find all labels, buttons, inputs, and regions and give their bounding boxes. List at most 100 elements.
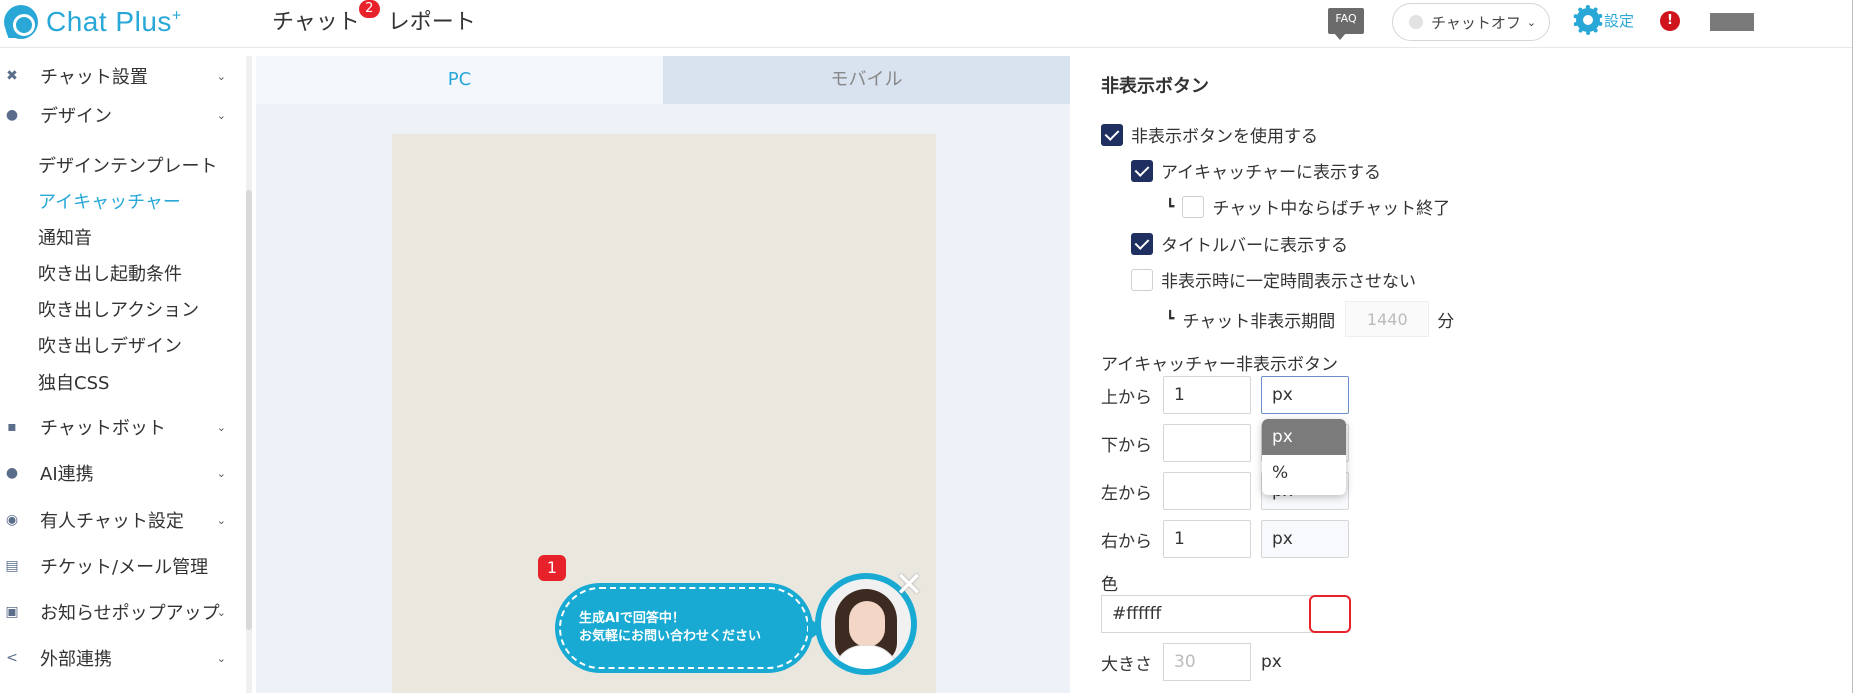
show-on-eyecatcher-row[interactable]: アイキャッチャーに表示する [1131, 158, 1381, 183]
show-on-eyecatcher-label: アイキャッチャーに表示する [1161, 163, 1381, 183]
sidebar-scrollbar-thumb[interactable] [246, 190, 252, 630]
settings-link[interactable]: 設定 [1573, 5, 1634, 35]
alert-icon[interactable]: ! [1660, 11, 1680, 31]
end-chat-row[interactable]: ┗ チャット中ならばチャット終了 [1166, 194, 1450, 219]
position-left-input[interactable] [1163, 472, 1251, 510]
nav-chat[interactable]: チャット 2 [272, 0, 380, 36]
use-hide-button-label: 非表示ボタンを使用する [1131, 127, 1318, 147]
chat-count-badge: 2 [358, 0, 380, 18]
sidebar-subitem-eyecatcher[interactable]: アイキャッチャー [38, 188, 181, 214]
no-timed-hide-row[interactable]: 非表示時に一定時間表示させない [1131, 267, 1416, 292]
size-label: 大きさ [1101, 654, 1152, 675]
no-timed-hide-checkbox[interactable] [1131, 268, 1153, 291]
sidebar-item-popup[interactable]: ▣ お知らせポップアップ ⌄ [0, 594, 240, 630]
hide-period-unit: 分 [1437, 311, 1455, 332]
use-hide-button-checkbox[interactable] [1101, 123, 1123, 146]
color-hex-input[interactable]: #ffffff [1101, 595, 1315, 633]
position-top-unit-select[interactable]: px [1261, 376, 1349, 414]
color-picker-swatch[interactable] [1309, 595, 1351, 633]
hide-period-label: チャット非表示期間 [1182, 311, 1336, 332]
share-icon: < [6, 650, 18, 666]
eyecatcher-hide-section-label: アイキャッチャー非表示ボタン [1101, 355, 1338, 375]
palette-icon: ● [5, 107, 19, 123]
sidebar-item-integration[interactable]: < 外部連携 ⌄ [0, 640, 240, 676]
sidebar-item-label: お知らせポップアップ [40, 603, 220, 624]
chatplus-logo-icon [4, 5, 38, 39]
chatplus-logo[interactable]: Chat Plus+ [4, 2, 182, 42]
corner-indent-icon: ┗ [1166, 311, 1175, 327]
sidebar-item-label: デザイン [40, 106, 112, 127]
position-top-label: 上から [1101, 387, 1152, 408]
sidebar-item-label: チケット/メール管理 [40, 557, 209, 578]
sidebar-item-ai[interactable]: ● AI連携 ⌄ [0, 455, 240, 491]
position-right-row: 右から 1 px [1101, 520, 1349, 558]
size-unit: px [1261, 652, 1282, 672]
sidebar-item-label: AI連携 [40, 464, 94, 485]
nav-chat-label: チャット [272, 10, 360, 35]
nav-report-label: レポート [387, 10, 476, 35]
use-hide-button-row[interactable]: 非表示ボタンを使用する [1101, 122, 1318, 147]
chat-status-toggle[interactable]: チャットオフ ⌄ [1392, 3, 1550, 41]
sidebar-subitem-bubble-action[interactable]: 吹き出しアクション [38, 296, 199, 322]
position-right-input[interactable]: 1 [1163, 520, 1251, 558]
position-right-label: 右から [1101, 531, 1152, 552]
sidebar-subitem-notification-sound[interactable]: 通知音 [38, 224, 92, 250]
hide-period-input[interactable]: 1440 [1345, 301, 1430, 337]
hide-period-row: ┗ チャット非表示期間 1440 分 [1166, 301, 1454, 337]
bubble-line-2: お気軽にお問い合わせください [579, 629, 762, 644]
sidebar-item-design[interactable]: ● デザイン ⌄ [0, 97, 240, 133]
sidebar-subitem-custom-css[interactable]: 独自CSS [38, 369, 109, 395]
color-label: 色 [1101, 575, 1118, 595]
sidebar-subitem-bubble-trigger[interactable]: 吹き出し起動条件 [38, 260, 182, 286]
popup-icon: ▣ [5, 604, 19, 620]
corner-indent-icon: ┗ [1166, 198, 1175, 215]
window-edge [1852, 0, 1856, 693]
speech-bubble[interactable]: 生成AIで回答中！ お気軽にお問い合わせください [555, 583, 813, 673]
chat-icon: ▪ [7, 419, 17, 435]
position-top-input[interactable]: 1 [1163, 376, 1251, 414]
no-timed-hide-label: 非表示時に一定時間表示させない [1161, 272, 1416, 292]
chevron-down-icon: ⌄ [216, 651, 226, 665]
chevron-down-icon: ⌄ [216, 69, 226, 83]
sidebar-item-operator-chat[interactable]: ◉ 有人チャット設定 ⌄ [0, 502, 240, 538]
position-bottom-input[interactable] [1163, 424, 1251, 462]
sidebar-subitem-bubble-design[interactable]: 吹き出しデザイン [38, 332, 182, 358]
nav-report[interactable]: レポート [388, 4, 490, 36]
unit-option-percent[interactable]: % [1262, 455, 1346, 491]
position-right-unit-select[interactable]: px [1261, 520, 1349, 558]
end-chat-checkbox[interactable] [1182, 195, 1205, 218]
sidebar: ✖ チャット設置 ⌄ ● デザイン ⌄ デザインテンプレート アイキャッチャー … [0, 48, 246, 693]
position-top-row: 上から 1 px [1101, 376, 1349, 414]
logo-text: Chat Plus [46, 6, 172, 37]
tab-pc[interactable]: PC [256, 56, 663, 104]
sidebar-item-chat-setup[interactable]: ✖ チャット設置 ⌄ [0, 58, 240, 94]
panel-title: 非表示ボタン [1101, 76, 1209, 97]
tools-icon: ✖ [6, 68, 18, 84]
bubble-line-1: 生成AIで回答中！ [579, 611, 685, 626]
operator-icon: ◉ [5, 512, 19, 528]
sidebar-item-label: 外部連携 [40, 649, 112, 670]
show-on-titlebar-label: タイトルバーに表示する [1161, 236, 1348, 256]
show-on-titlebar-row[interactable]: タイトルバーに表示する [1131, 231, 1348, 256]
user-menu[interactable] [1710, 13, 1754, 31]
sidebar-item-chatbot[interactable]: ▪ チャットボット ⌄ [0, 409, 240, 445]
position-bottom-label: 下から [1101, 435, 1152, 456]
show-on-titlebar-checkbox[interactable] [1131, 232, 1153, 255]
chevron-down-icon: ⌄ [216, 513, 226, 527]
gear-icon [1573, 5, 1603, 35]
chevron-down-icon: ⌄ [216, 605, 226, 619]
chevron-down-icon: ⌄ [216, 420, 226, 434]
faq-icon[interactable]: FAQ [1328, 8, 1364, 40]
bubble-count-badge: 1 [538, 555, 566, 581]
close-icon[interactable]: ✕ [894, 568, 924, 602]
chat-status-label: チャットオフ [1431, 13, 1521, 32]
show-on-eyecatcher-checkbox[interactable] [1131, 159, 1153, 182]
tab-mobile[interactable]: モバイル [663, 56, 1070, 104]
preview-tabs: PC モバイル [256, 56, 1070, 104]
unit-option-px[interactable]: px [1262, 419, 1346, 455]
sidebar-item-ticket-mail[interactable]: ▤ チケット/メール管理 [0, 548, 240, 584]
unit-dropdown-menu: px % [1262, 419, 1346, 495]
logo-sup: + [171, 7, 182, 25]
sidebar-subitem-design-template[interactable]: デザインテンプレート [38, 152, 217, 178]
size-input[interactable]: 30 [1163, 643, 1251, 681]
